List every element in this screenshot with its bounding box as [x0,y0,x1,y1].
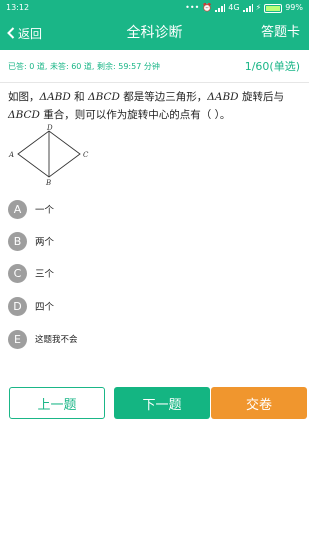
question-text-part: 如图， [8,91,40,103]
status-bar: 13:12 ••• ⏰ 4G ⚡ 99% [0,0,309,16]
submit-exam-button[interactable]: 交卷 [211,387,307,419]
question-position: 1/60(单选) [244,60,300,73]
option-text: 三个 [35,269,55,280]
signal-icon [215,4,226,12]
header: 13:12 ••• ⏰ 4G ⚡ 99% 返回 全科诊断 答题卡 [0,0,309,50]
option-letter: D [8,296,27,316]
alarm-icon: ⏰ [202,3,213,12]
status-time: 13:12 [6,3,30,12]
answer-card-button[interactable]: 答题卡 [261,16,300,50]
math-bcd: ΔBCD [8,109,40,121]
math-bcd: ΔBCD [88,91,120,103]
label-c: C [83,151,89,159]
label-d: D [46,124,53,132]
battery-percent: 99% [285,3,303,12]
status-icons: ••• ⏰ 4G ⚡ 99% [185,0,303,16]
question-text-part: 都是等边三角形， [119,91,208,103]
label-b: B [45,179,51,186]
option-a[interactable]: A 一个 [8,199,54,219]
next-question-button[interactable]: 下一题 [114,387,210,419]
option-letter: C [8,263,27,283]
progress-stats: 已答: 0 道, 未答: 60 道, 剩余: 59:57 分钟 [8,62,160,71]
question-text: 如图，ΔABD 和 ΔBCD 都是等边三角形，ΔABD 旋转后与 ΔBCD 重合，… [8,88,304,124]
battery-fill [266,5,281,11]
nav-bar: 返回 全科诊断 答题卡 [0,16,309,50]
math-abd: ΔABD [207,91,239,103]
label-a: A [8,151,14,159]
option-e[interactable]: E 这题我不会 [8,329,78,349]
option-letter: E [8,329,27,349]
option-text: 四个 [35,302,55,313]
option-letter: A [8,199,27,219]
battery-icon [264,3,283,13]
option-b[interactable]: B 两个 [8,231,54,251]
progress-row: 已答: 0 道, 未答: 60 道, 剩余: 59:57 分钟 1/60(单选) [0,52,309,83]
bolt-icon: ⚡ [255,3,262,12]
prev-question-button[interactable]: 上一题 [9,387,105,419]
network-type: 4G [228,3,240,12]
option-c[interactable]: C 三个 [8,263,54,283]
question-text-part: 重合，则可以作为旋转中心的点有（ ）。 [39,109,231,121]
option-letter: B [8,231,27,251]
dots-icon: ••• [185,3,200,12]
option-text: 两个 [35,237,55,248]
math-abd: ΔABD [39,91,71,103]
question-text-part: 和 [70,91,88,103]
question-text-part: 旋转后与 [238,91,284,103]
option-text: 这题我不会 [35,335,78,345]
signal-icon-2 [242,4,253,12]
rhombus-figure: D A C B [8,124,89,186]
option-text: 一个 [35,205,55,216]
option-d[interactable]: D 四个 [8,296,54,316]
